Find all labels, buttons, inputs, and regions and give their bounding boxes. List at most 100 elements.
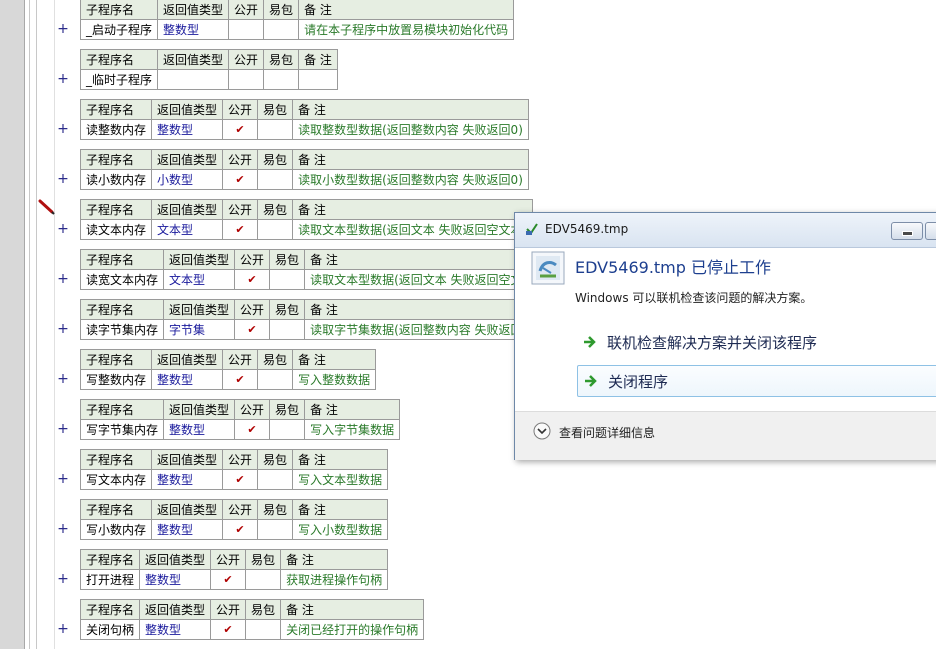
easy-pack-cell[interactable] — [257, 519, 294, 540]
public-check[interactable]: ✔ — [210, 619, 247, 640]
return-type[interactable]: 整数型 — [157, 19, 230, 40]
note-text[interactable]: 写入文本型数据 — [292, 469, 389, 490]
expand-subroutine-button[interactable]: + — [56, 322, 70, 336]
dialog-titlebar[interactable]: EDV5469.tmp — [515, 213, 936, 248]
close-program-option[interactable]: 关闭程序 — [577, 365, 936, 397]
note-text[interactable]: 读取文本型数据(返回文本 失败返回空文本) — [304, 269, 546, 290]
note-text[interactable]: 写入小数型数据 — [292, 519, 389, 540]
header-name: 子程序名 — [79, 549, 141, 570]
subroutine-table: 子程序名 返回值类型 公开 易包备 注读整数内存 整数型 ✔ 读取整数型数据(返回整数内容 … — [79, 99, 529, 140]
subroutine-name[interactable]: 读小数内存 — [79, 169, 153, 190]
return-type[interactable]: 整数型 — [151, 519, 224, 540]
return-type[interactable]: 整数型 — [151, 469, 224, 490]
easy-pack-cell[interactable] — [263, 19, 300, 40]
public-check[interactable] — [228, 69, 265, 90]
subroutine-name[interactable]: 写整数内存 — [79, 369, 153, 390]
subroutine-name[interactable]: 读字节集内存 — [79, 319, 165, 340]
subroutine-name[interactable]: 打开进程 — [79, 569, 141, 590]
public-check[interactable]: ✔ — [222, 469, 259, 490]
subroutine-name[interactable]: 写字节集内存 — [79, 419, 165, 440]
public-check[interactable]: ✔ — [222, 119, 259, 140]
expand-subroutine-button[interactable]: + — [56, 522, 70, 536]
easy-pack-cell[interactable] — [257, 169, 294, 190]
header-public: 公开 — [222, 349, 259, 370]
header-name: 子程序名 — [79, 99, 153, 120]
header-return-type: 返回值类型 — [157, 0, 230, 20]
return-type[interactable]: 整数型 — [163, 419, 236, 440]
chevron-down-icon[interactable] — [533, 422, 551, 440]
expand-subroutine-button[interactable]: + — [56, 272, 70, 286]
public-check[interactable] — [228, 19, 265, 40]
public-check[interactable]: ✔ — [222, 369, 259, 390]
subroutine-name[interactable]: 写小数内存 — [79, 519, 153, 540]
subroutine-name[interactable]: 关闭句柄 — [79, 619, 141, 640]
note-text[interactable]: 写入整数数据 — [292, 369, 377, 390]
subroutine-name[interactable]: 读整数内存 — [79, 119, 153, 140]
public-check[interactable]: ✔ — [222, 169, 259, 190]
note-text[interactable]: 请在本子程序中放置易模块初始化代码 — [298, 19, 515, 40]
return-type[interactable] — [157, 69, 230, 90]
error-dialog: EDV5469.tmp EDV5469.tmp 已停止工作 Windows 可以… — [514, 212, 936, 460]
return-type[interactable]: 小数型 — [151, 169, 224, 190]
return-type[interactable]: 文本型 — [163, 269, 236, 290]
public-check[interactable]: ✔ — [234, 269, 271, 290]
subroutine-table: 子程序名 返回值类型 公开 易包备 注读字节集内存 字节集 ✔ 读取字节集数据(返回整数内容… — [79, 299, 541, 340]
expand-subroutine-button[interactable]: + — [56, 222, 70, 236]
easy-pack-cell[interactable] — [263, 69, 300, 90]
public-check[interactable]: ✔ — [210, 569, 247, 590]
public-check[interactable]: ✔ — [234, 419, 271, 440]
header-public: 公开 — [222, 99, 259, 120]
return-type[interactable]: 整数型 — [151, 369, 224, 390]
header-easy-pack: 易包 — [257, 499, 294, 520]
expand-subroutine-button[interactable]: + — [56, 22, 70, 36]
note-text[interactable]: 获取进程操作句柄 — [280, 569, 389, 590]
easy-pack-cell[interactable] — [245, 569, 282, 590]
easy-pack-cell[interactable] — [269, 269, 306, 290]
expand-subroutine-button[interactable]: + — [56, 572, 70, 586]
expand-subroutine-button[interactable]: + — [56, 372, 70, 386]
easy-pack-cell[interactable] — [257, 219, 294, 240]
easy-pack-cell[interactable] — [245, 619, 282, 640]
check-online-option[interactable]: 联机检查解决方案并关闭该程序 — [577, 327, 936, 357]
public-check[interactable]: ✔ — [222, 519, 259, 540]
easy-pack-cell[interactable] — [269, 319, 306, 340]
subroutine-name[interactable]: 读宽文本内存 — [79, 269, 165, 290]
subroutine-name[interactable]: 读文本内存 — [79, 219, 153, 240]
header-return-type: 返回值类型 — [151, 349, 224, 370]
maximize-button[interactable] — [925, 222, 936, 240]
return-type[interactable]: 文本型 — [151, 219, 224, 240]
expand-subroutine-button[interactable]: + — [56, 422, 70, 436]
subroutine-name[interactable]: _启动子程序 — [79, 19, 159, 40]
note-text[interactable]: 读取文本型数据(返回文本 失败返回空文本) — [292, 219, 534, 240]
return-type[interactable]: 字节集 — [163, 319, 236, 340]
subroutine-table: 子程序名 返回值类型 公开 易包备 注读小数内存 小数型 ✔ 读取小数型数据(返回整数内容 … — [79, 149, 529, 190]
header-note: 备 注 — [304, 399, 401, 420]
easy-pack-cell[interactable] — [257, 119, 294, 140]
expand-subroutine-button[interactable]: + — [56, 472, 70, 486]
header-easy-pack: 易包 — [257, 349, 294, 370]
expand-subroutine-button[interactable]: + — [56, 172, 70, 186]
expand-subroutine-button[interactable]: + — [56, 72, 70, 86]
minimize-button[interactable] — [891, 222, 923, 240]
return-type[interactable]: 整数型 — [139, 619, 212, 640]
note-text[interactable]: 关闭已经打开的操作句柄 — [280, 619, 425, 640]
note-text[interactable]: 读取整数型数据(返回整数内容 失败返回0) — [292, 119, 529, 140]
header-name: 子程序名 — [79, 0, 159, 20]
return-type[interactable]: 整数型 — [151, 119, 224, 140]
subroutine-name[interactable]: 写文本内存 — [79, 469, 153, 490]
note-text[interactable]: 读取小数型数据(返回整数内容 失败返回0) — [292, 169, 529, 190]
easy-pack-cell[interactable] — [257, 369, 294, 390]
easy-pack-cell[interactable] — [257, 469, 294, 490]
public-check[interactable]: ✔ — [222, 219, 259, 240]
view-details-link[interactable]: 查看问题详细信息 — [559, 424, 655, 441]
note-text[interactable]: 读取字节集数据(返回整数内容 失败返回0) — [304, 319, 541, 340]
header-return-type: 返回值类型 — [163, 299, 236, 320]
expand-subroutine-button[interactable]: + — [56, 622, 70, 636]
return-type[interactable]: 整数型 — [139, 569, 212, 590]
expand-subroutine-button[interactable]: + — [56, 122, 70, 136]
subroutine-name[interactable]: _临时子程序 — [79, 69, 159, 90]
public-check[interactable]: ✔ — [234, 319, 271, 340]
note-text[interactable] — [298, 69, 338, 90]
note-text[interactable]: 写入字节集数据 — [304, 419, 401, 440]
easy-pack-cell[interactable] — [269, 419, 306, 440]
